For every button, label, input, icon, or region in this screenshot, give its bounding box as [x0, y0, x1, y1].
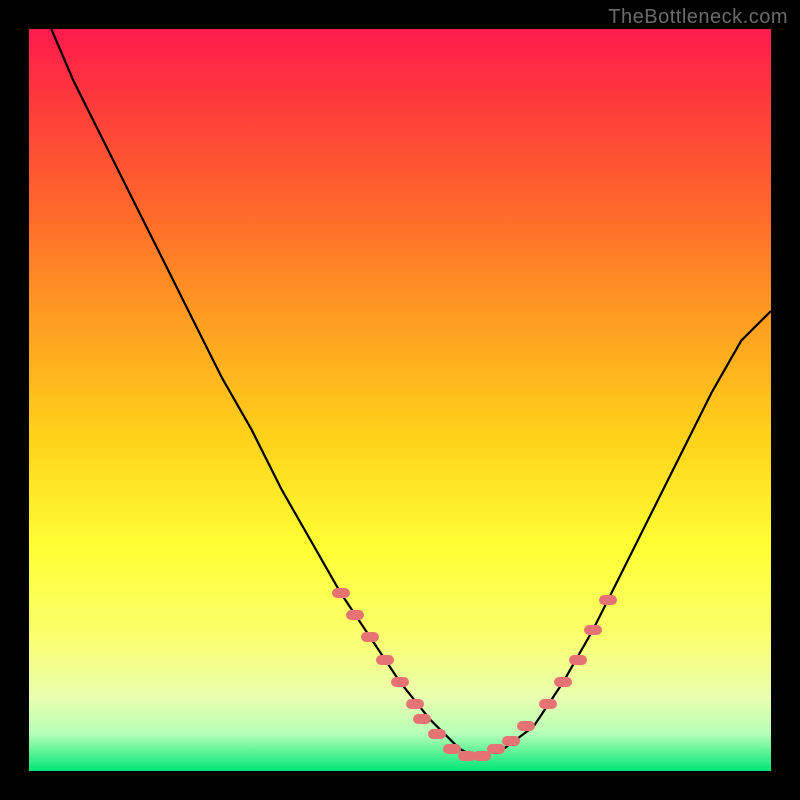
curve-marker	[539, 699, 557, 709]
curve-marker	[346, 610, 364, 620]
bottleneck-curve	[51, 29, 771, 756]
chart-stage: TheBottleneck.com	[0, 0, 800, 800]
curve-marker	[391, 677, 409, 687]
curve-marker	[473, 751, 491, 761]
curve-marker	[517, 721, 535, 731]
curve-marker	[413, 714, 431, 724]
plot-area	[29, 29, 771, 771]
curve-marker	[406, 699, 424, 709]
curve-marker	[502, 736, 520, 746]
curve-marker	[428, 729, 446, 739]
curve-marker	[487, 744, 505, 754]
curve-marker	[376, 655, 394, 665]
curve-marker	[569, 655, 587, 665]
curve-marker	[332, 588, 350, 598]
curve-svg	[29, 29, 771, 771]
curve-marker	[361, 632, 379, 642]
curve-marker	[584, 625, 602, 635]
watermark-text: TheBottleneck.com	[608, 6, 788, 29]
curve-marker	[554, 677, 572, 687]
curve-marker	[599, 595, 617, 605]
